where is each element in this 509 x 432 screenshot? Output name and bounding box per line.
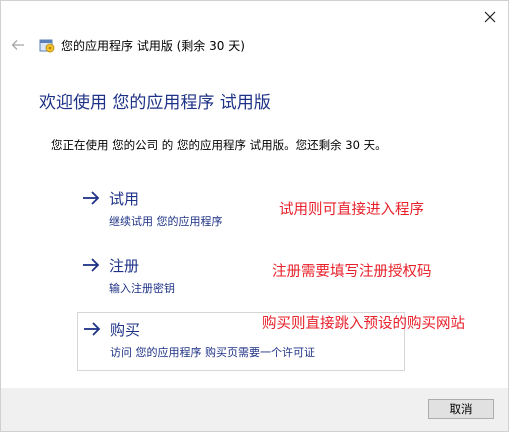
back-arrow-icon [11,40,24,50]
buy-annotation: 购买则直接跳入预设的购买网站 [262,316,465,332]
dialog-footer: 取消 [1,388,508,431]
dialog-header: 您的应用程序 试用版 (剩余 30 天) [1,31,508,59]
trial-option-title: 试用 [109,190,140,208]
app-installer-icon [39,37,55,53]
window-title: 您的应用程序 试用版 (剩余 30 天) [61,38,245,53]
close-button[interactable] [478,5,502,29]
trial-description: 您正在使用 您的公司 的 您的应用程序 试用版。您还剩余 30 天。 [51,138,387,152]
trial-option-subtitle: 继续试用 您的应用程序 [109,215,223,228]
trial-dialog-window: 您的应用程序 试用版 (剩余 30 天) 欢迎使用 您的应用程序 试用版 您正在… [0,0,509,432]
arrow-right-icon [84,322,101,336]
buy-option-subtitle: 访问 您的应用程序 购买页需要一个许可证 [110,346,315,359]
arrow-right-icon [83,191,100,205]
trial-annotation: 试用则可直接进入程序 [279,202,424,218]
register-option-subtitle: 输入注册密钥 [109,282,175,295]
register-option-title: 注册 [109,257,140,275]
buy-option-title: 购买 [110,321,141,339]
close-icon [484,11,496,23]
register-annotation: 注册需要填写注册授权码 [272,264,432,280]
welcome-heading: 欢迎使用 您的应用程序 试用版 [39,93,271,113]
arrow-right-icon [83,258,100,272]
cancel-button[interactable]: 取消 [428,399,494,419]
back-button[interactable] [5,34,31,56]
